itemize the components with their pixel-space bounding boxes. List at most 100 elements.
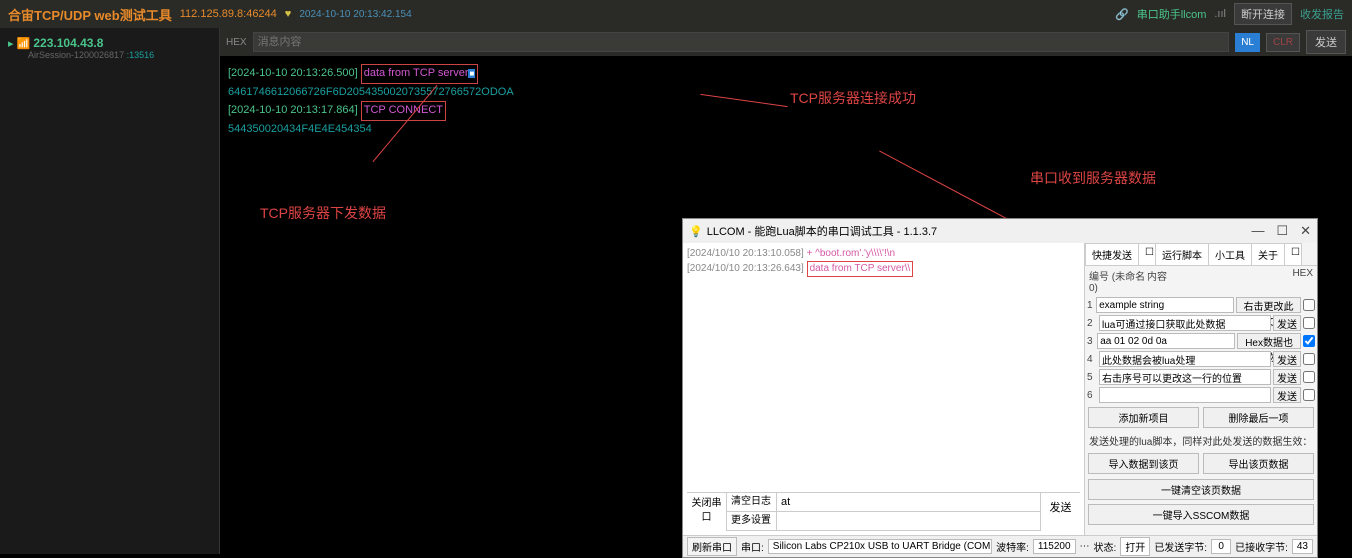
quick-send-row: 2 发送 [1085,314,1317,332]
tab-run-script[interactable]: 运行脚本 [1155,243,1209,265]
connection-item[interactable]: ▸ 📶 223.104.43.8 AirSession-1200026817 :… [4,32,215,64]
state-value: 打开 [1120,537,1150,556]
llcom-log-line: [2024/10/10 20:13:26.643] data from TCP … [687,261,1080,277]
more-settings-button[interactable]: 更多设置 [727,512,777,530]
llcom-right-panel: 快捷发送 ☐ 运行脚本 小工具 关于 ☐ 编号 (未命名0) 内容 HEX 1 … [1085,243,1317,535]
quick-send-row: 5 发送 [1085,368,1317,386]
llcom-log-line: [2024/10/10 20:13:10.058] + ^boot.rom'.'… [687,247,1080,261]
clear-page-button[interactable]: 一键清空该页数据 [1088,479,1314,500]
tab-quick-send[interactable]: 快捷发送 [1085,243,1139,265]
content: HEX NL CLR 发送 [2024-10-10 20:13:26.500] … [220,28,1352,554]
row-num: 4 [1087,354,1097,365]
row-send-button[interactable]: 发送 [1273,351,1301,367]
import-sscom-button[interactable]: 一键导入SSCOM数据 [1088,504,1314,525]
quick-send-header: 编号 (未命名0) 内容 HEX [1085,266,1317,296]
sent-label: 已发送字节: [1154,539,1207,554]
row-input[interactable] [1099,387,1271,403]
nl-button[interactable]: NL [1235,33,1260,52]
state-label: 状态: [1094,539,1117,554]
session-line: AirSession-1200026817 :13516 [28,50,211,60]
export-button[interactable]: 导出该页数据 [1203,453,1314,474]
heart-icon: ♥ [285,8,292,20]
dots-icon[interactable]: ⋯ [1080,541,1090,552]
wifi-icon: 📶 [17,38,31,50]
tab-extra-icon[interactable]: ☐ [1284,243,1302,265]
close-icon[interactable]: ✕ [1300,223,1311,239]
row-hex-check[interactable] [1303,389,1315,401]
recv-value: 43 [1292,539,1313,554]
row-hex-check[interactable] [1303,335,1315,347]
quick-send-row: 1 右击更改此处文字 [1085,296,1317,314]
row-send-button[interactable]: 发送 [1273,369,1301,385]
arrow-line [879,151,1021,227]
row-input[interactable] [1099,369,1271,385]
minimize-icon[interactable]: — [1251,223,1264,239]
recv-label: 已接收字节: [1235,539,1288,554]
row-num: 5 [1087,372,1097,383]
close-port-button[interactable]: 关闭串口 [687,493,727,531]
lua-note: 发送处理的lua脚本，同样对此处发送的数据生效： [1085,431,1317,450]
maximize-icon[interactable]: ☐ [1276,223,1288,239]
row-send-button[interactable]: 发送 [1273,315,1301,331]
row-hex-check[interactable] [1303,353,1315,365]
row-num: 3 [1087,336,1095,347]
disconnect-button[interactable]: 断开连接 [1234,3,1292,25]
quick-send-row: 4 发送 [1085,350,1317,368]
llcom-send-input[interactable] [777,493,1040,511]
topbar-right: 🔗 串口助手llcom .ııl 断开连接 收发报告 [1115,3,1344,25]
annotation-2: 串口收到服务器数据 [1030,168,1156,188]
llcom-tabs: 快捷发送 ☐ 运行脚本 小工具 关于 ☐ [1085,243,1317,266]
port-label: 串口: [741,539,764,554]
row-input[interactable] [1099,351,1271,367]
port-select[interactable]: Silicon Labs CP210x USB to UART Bridge (… [768,539,992,554]
row-hex-check[interactable] [1303,317,1315,329]
add-row-button[interactable]: 添加新项目 [1088,407,1199,428]
row-send-button[interactable]: 右击更改此处文字 [1236,297,1301,313]
arrow-icon: ▸ [8,38,14,50]
sidebar: ▸ 📶 223.104.43.8 AirSession-1200026817 :… [0,28,220,554]
llcom-bottom: 关闭串口 清空日志 更多设置 发送 [687,492,1080,531]
clear-log-button[interactable]: 清空日志 [727,493,777,511]
llcom-body: [2024/10/10 20:13:10.058] + ^boot.rom'.'… [683,243,1317,535]
row-send-button[interactable]: Hex数据也能发 [1237,333,1301,349]
row-input[interactable] [1099,315,1271,331]
del-row-button[interactable]: 删除最后一项 [1203,407,1314,428]
main: ▸ 📶 223.104.43.8 AirSession-1200026817 :… [0,28,1352,554]
timestamp: 2024-10-10 20:13:42.154 [299,9,411,20]
row-send-button[interactable]: 发送 [1273,387,1301,403]
message-input[interactable] [253,32,1230,52]
row-num: 2 [1087,318,1097,329]
log-line-2: 6461746612066726F6D205435002073557276657… [228,84,1344,102]
log-line-3: [2024-10-10 20:13:17.864] TCP CONNECT [228,101,1344,121]
topbar: 合宙TCP/UDP web测试工具 112.125.89.8:46244 ♥ 2… [0,0,1352,28]
sent-value: 0 [1211,539,1231,554]
baud-select[interactable]: 115200 [1033,539,1076,554]
llcom-send-button[interactable]: 发送 [1040,493,1080,531]
client-ip: 223.104.43.8 [33,36,103,50]
hex-label[interactable]: HEX [226,37,247,48]
message-bar: HEX NL CLR 发送 [220,28,1352,56]
signal-icon: .ııl [1214,8,1226,20]
row-hex-check[interactable] [1303,299,1315,311]
log-line-4: 544350020434F4E4E454354 [228,121,1344,139]
row-input[interactable] [1096,297,1234,313]
tab-tools[interactable]: 小工具 [1208,243,1252,265]
row-input[interactable] [1097,333,1235,349]
clr-button[interactable]: CLR [1266,33,1300,52]
llcom-titlebar[interactable]: 💡 LLCOM - 能跑Lua脚本的串口调试工具 - 1.1.3.7 — ☐ ✕ [683,219,1317,243]
row-hex-check[interactable] [1303,371,1315,383]
tab-about[interactable]: 关于 [1251,243,1285,265]
import-button[interactable]: 导入数据到该页 [1088,453,1199,474]
llcom-app-icon: 💡 [689,225,703,238]
row-num: 1 [1087,300,1094,311]
report-link[interactable]: 收发报告 [1300,6,1344,22]
tab-extra-icon[interactable]: ☐ [1138,243,1156,265]
llcom-link[interactable]: 串口助手llcom [1137,6,1207,22]
link-icon: 🔗 [1115,8,1129,21]
refresh-port-button[interactable]: 刷新串口 [687,537,737,556]
annotation-3: TCP服务器下发数据 [260,203,386,223]
console: [2024-10-10 20:13:26.500] data from TCP … [220,56,1352,146]
server-ip: 112.125.89.8:46244 [180,8,277,20]
app-title: 合宙TCP/UDP web测试工具 [8,5,172,24]
send-button[interactable]: 发送 [1306,30,1346,54]
